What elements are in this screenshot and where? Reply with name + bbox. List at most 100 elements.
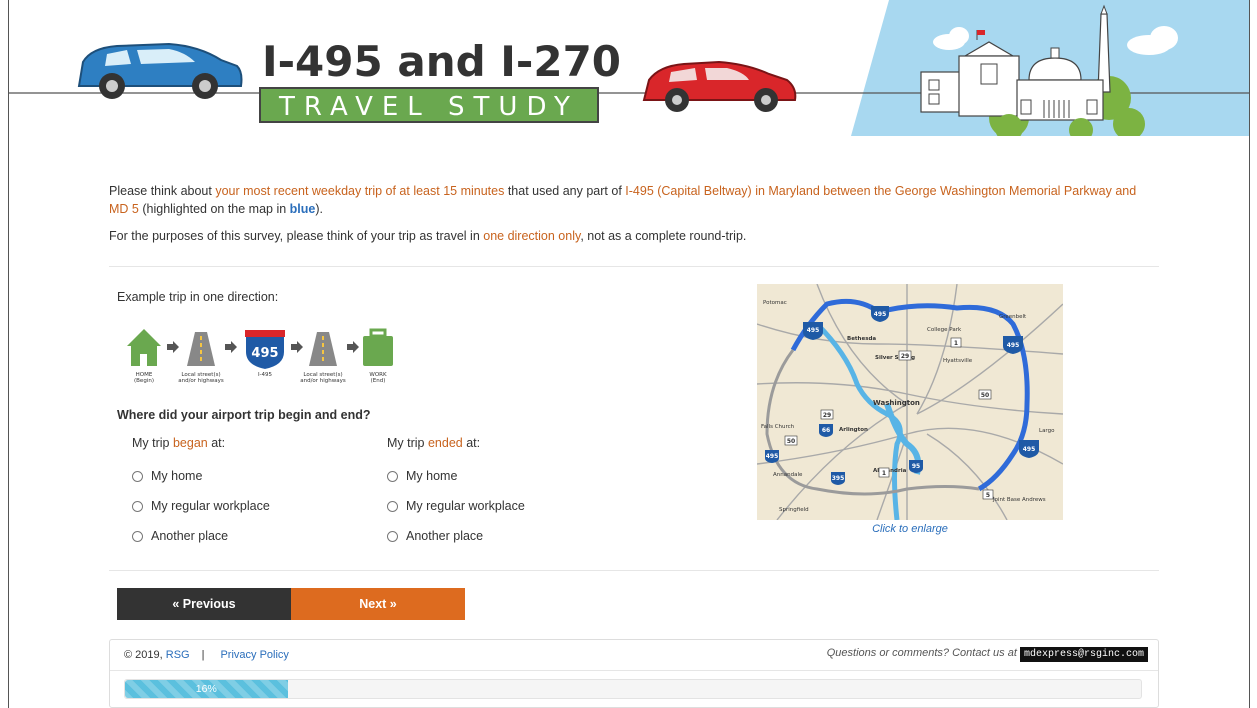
radio-ended-other[interactable]: Another place [387, 526, 525, 546]
map-place: Hyattsville [943, 358, 973, 364]
intro-text-segment: , not as a complete round-trip. [580, 229, 747, 243]
map-place: Bethesda [847, 336, 876, 342]
contact-email[interactable]: mdexpress@rsginc.com [1019, 647, 1148, 662]
privacy-policy-link[interactable]: Privacy Policy [220, 649, 288, 661]
radio-began-workplace[interactable]: My regular workplace [132, 496, 270, 516]
heading-text: My trip [132, 436, 173, 450]
step-label: (Begin) [134, 378, 154, 384]
arrow-icon [225, 341, 237, 353]
arrow-icon [291, 341, 303, 353]
arrow-icon [167, 341, 179, 353]
svg-text:29: 29 [823, 412, 831, 419]
next-button[interactable]: Next » [291, 588, 465, 620]
map-place: Falls Church [761, 424, 795, 430]
contact-text: Questions or comments? Contact us at [826, 647, 1017, 659]
step-label: I-495 [258, 372, 273, 378]
footer-left: © 2019, RSG | Privacy Policy [124, 649, 289, 661]
route-shield-icon: 50 [784, 435, 798, 446]
radio-button[interactable] [132, 500, 143, 512]
began-options: My home My regular workplace Another pla… [132, 466, 270, 546]
heading-text: My trip [387, 436, 428, 450]
map-place: Arlington [839, 427, 868, 433]
intro-paragraph-1: Please think about your most recent week… [109, 182, 1159, 218]
radio-button[interactable] [387, 470, 398, 482]
began-heading: My trip began at: [132, 436, 225, 450]
map-place: Washington [873, 399, 920, 407]
intro-text-segment: Please think about [109, 184, 216, 198]
map-caption[interactable]: Click to enlarge [757, 523, 1063, 535]
interstate-shield-icon: 495 [765, 450, 779, 463]
divider [109, 570, 1159, 571]
svg-text:95: 95 [912, 463, 920, 470]
svg-text:495: 495 [1023, 446, 1036, 453]
footer-bar: © 2019, RSG | Privacy Policy Questions or … [110, 640, 1158, 671]
radio-label: Another place [406, 529, 484, 543]
svg-text:29: 29 [901, 353, 909, 360]
radio-label: My regular workplace [151, 499, 270, 513]
intro-highlight: your most recent weekday trip of at leas… [215, 184, 505, 198]
i495-shield-icon: 495 [244, 330, 286, 372]
map-place: Alexandria [873, 468, 907, 474]
progress-fill: 16% [125, 680, 288, 698]
blue-car-icon [77, 42, 243, 99]
red-car-icon [642, 60, 797, 112]
route-shield-icon: 29 [820, 409, 834, 420]
title-line1: I-495 and I-270 [262, 37, 621, 86]
divider [109, 266, 1159, 267]
map-place: Springfield [779, 507, 809, 513]
svg-text:50: 50 [787, 438, 795, 445]
map-place: Largo [1039, 428, 1055, 434]
interstate-shield-icon: 66 [819, 424, 833, 437]
map-place: Potomac [763, 300, 787, 306]
interstate-shield-icon: 495 [1019, 440, 1039, 458]
radio-label: My regular workplace [406, 499, 525, 513]
svg-text:5: 5 [986, 492, 990, 499]
radio-label: My home [151, 469, 203, 483]
svg-text:1: 1 [882, 470, 886, 477]
step-label: (End) [371, 378, 386, 384]
intro-text: Please think about your most recent week… [109, 182, 1159, 254]
radio-button[interactable] [387, 500, 398, 512]
radio-began-other[interactable]: Another place [132, 526, 270, 546]
heading-text: at: [462, 436, 481, 450]
interstate-shield-icon: 495 [803, 322, 823, 340]
route-shield-icon: 5 [982, 489, 994, 500]
radio-ended-workplace[interactable]: My regular workplace [387, 496, 525, 516]
intro-highlight: one direction only [483, 229, 581, 243]
radio-button[interactable] [132, 470, 143, 482]
example-trip-diagram: 495 HOME (Begin) Local street(s) and/or … [127, 328, 393, 384]
header-banner: I-495 and I-270 TRAVEL STUDY [9, 0, 1249, 136]
progress-bar: 16% [124, 679, 1142, 699]
route-shield-icon: 1 [950, 337, 962, 348]
title-line2: TRAVEL STUDY [278, 92, 579, 122]
intro-text-segment: ). [315, 202, 324, 216]
intro-text-segment: For the purposes of this survey, please … [109, 229, 484, 243]
svg-text:66: 66 [822, 427, 830, 434]
interstate-shield-icon: 495 [1003, 336, 1023, 354]
radio-label: My home [406, 469, 458, 483]
radio-began-home[interactable]: My home [132, 466, 270, 486]
heading-highlight: began [172, 436, 208, 450]
previous-button[interactable]: « Previous [117, 588, 291, 620]
intro-paragraph-2: For the purposes of this survey, please … [109, 227, 1159, 245]
radio-ended-home[interactable]: My home [387, 466, 525, 486]
svg-text:495: 495 [807, 327, 820, 334]
beltway-map[interactable]: Potomac Silver Spring College Park Green… [757, 284, 1063, 520]
heading-text: at: [207, 436, 226, 450]
svg-text:50: 50 [981, 392, 989, 399]
svg-text:495: 495 [766, 453, 779, 460]
radio-button[interactable] [387, 530, 398, 542]
rsg-link[interactable]: RSG [166, 649, 190, 661]
arrow-icon [347, 341, 359, 353]
svg-text:495: 495 [874, 311, 887, 318]
question-text: Where did your airport trip begin and en… [117, 408, 371, 422]
svg-text:495: 495 [1007, 342, 1020, 349]
interstate-shield-icon: 395 [831, 472, 845, 485]
radio-button[interactable] [132, 530, 143, 542]
footer-separator: | [201, 649, 205, 661]
map-place: Joint Base Andrews [992, 497, 1046, 503]
route-shield-icon: 29 [898, 350, 912, 361]
intro-blue-word: blue [289, 202, 316, 216]
ended-heading: My trip ended at: [387, 436, 480, 450]
radio-label: Another place [151, 529, 229, 543]
